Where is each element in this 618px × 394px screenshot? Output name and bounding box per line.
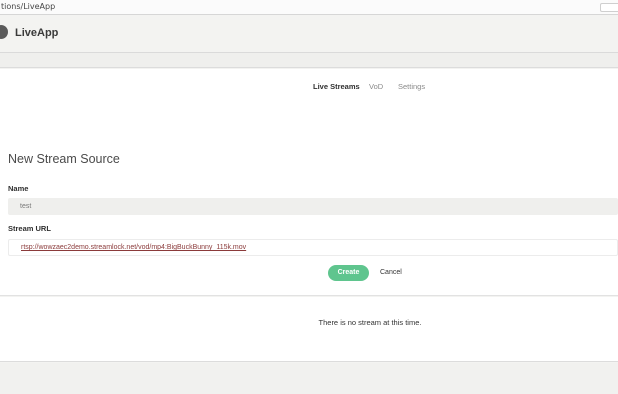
name-input[interactable] — [8, 198, 618, 215]
stream-url-label: Stream URL — [8, 224, 51, 233]
empty-streams-message: There is no stream at this time. — [318, 318, 422, 327]
tab-settings[interactable]: Settings — [398, 82, 425, 91]
app-tabs: Live Streams VoD Settings — [0, 82, 618, 94]
tab-vod[interactable]: VoD — [369, 82, 383, 91]
main-panel: Live Streams VoD Settings New Stream Sou… — [0, 69, 618, 296]
page-footer — [0, 363, 618, 394]
address-text: tions/LiveApp — [1, 2, 56, 11]
app-logo-icon — [0, 25, 8, 39]
app-title: LiveApp — [15, 27, 59, 39]
tab-live-streams[interactable]: Live Streams — [313, 82, 360, 91]
streams-panel: There is no stream at this time. — [0, 297, 618, 362]
header-divider-strip — [0, 53, 618, 68]
browser-address-bar[interactable]: tions/LiveApp — [0, 0, 618, 15]
create-button[interactable]: Create — [328, 265, 369, 281]
new-stream-source-title: New Stream Source — [8, 152, 120, 166]
address-bar-right-edge — [600, 3, 618, 12]
app-header: LiveApp — [0, 15, 618, 53]
stream-url-input[interactable] — [8, 239, 618, 256]
cancel-button[interactable]: Cancel — [380, 265, 402, 281]
name-label: Name — [8, 184, 29, 193]
